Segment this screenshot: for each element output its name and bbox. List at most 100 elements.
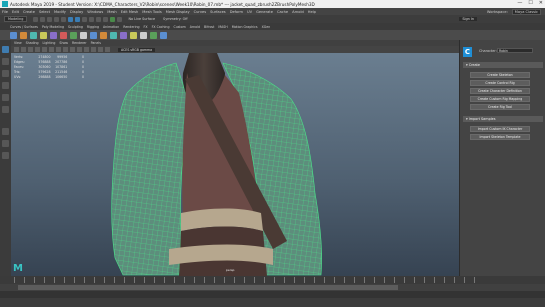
save-scene-icon[interactable] [47, 16, 53, 22]
viewport-menu-item[interactable]: Shading [26, 41, 39, 45]
image-plane-icon[interactable] [28, 47, 33, 52]
shelf-tool-icon[interactable] [100, 31, 107, 39]
shelf-tab[interactable]: MASH [218, 25, 227, 29]
open-scene-icon[interactable] [40, 16, 46, 22]
xray-icon[interactable] [98, 47, 103, 52]
move-tool-icon[interactable] [2, 82, 9, 89]
shelf-tab[interactable]: FX [144, 25, 148, 29]
shelf-tool-icon[interactable] [40, 31, 47, 39]
shelf-tool-icon[interactable] [150, 31, 157, 39]
menu-item[interactable]: UV [247, 10, 252, 14]
menu-item[interactable]: Windows [87, 10, 103, 14]
textured-icon[interactable] [70, 47, 75, 52]
panel-action-button[interactable]: Create Skeleton [470, 72, 530, 78]
menu-item[interactable]: Deform [230, 10, 243, 14]
menuset-dropdown[interactable]: Modeling [4, 16, 28, 22]
isolate-icon[interactable] [91, 47, 96, 52]
rotate-tool-icon[interactable] [2, 94, 9, 101]
ssao-icon[interactable] [105, 47, 110, 52]
menu-item[interactable]: Cache [277, 10, 288, 14]
shelf-tab[interactable]: Sculpting [68, 25, 83, 29]
film-gate-icon[interactable] [42, 47, 47, 52]
shelf-tool-icon[interactable] [70, 31, 77, 39]
time-slider[interactable] [0, 276, 545, 284]
shelf-tab[interactable]: Poly Modeling [42, 25, 64, 29]
menu-item[interactable]: Help [308, 10, 316, 14]
shelf-tool-icon[interactable] [50, 31, 57, 39]
command-line[interactable] [0, 291, 545, 298]
ipr-icon[interactable] [117, 16, 123, 22]
live-surface-label[interactable]: No Live Surface [128, 17, 155, 21]
menu-item[interactable]: Arnold [292, 10, 304, 14]
shelf-tool-icon[interactable] [120, 31, 127, 39]
render-icon[interactable] [110, 16, 116, 22]
shelf-tool-icon[interactable] [10, 31, 17, 39]
select-tool-icon[interactable] [2, 46, 9, 53]
scale-tool-icon[interactable] [2, 106, 9, 113]
viewport-menu-item[interactable]: Renderer [72, 41, 87, 45]
layout-two-icon[interactable] [2, 152, 9, 159]
shelf-tool-icon[interactable] [60, 31, 67, 39]
shelf-tab[interactable]: Bifrost [204, 25, 214, 29]
viewport-menu-item[interactable]: View [14, 41, 22, 45]
range-slider-bar[interactable] [18, 285, 398, 290]
bookmark-icon[interactable] [21, 47, 26, 52]
shelf-tool-icon[interactable] [140, 31, 147, 39]
menu-item[interactable]: Mesh [107, 10, 116, 14]
shelf-tab[interactable]: Rendering [123, 25, 139, 29]
menu-item[interactable]: Generate [256, 10, 273, 14]
close-button[interactable]: ✕ [539, 0, 543, 6]
viewport-menu-item[interactable]: Show [59, 41, 68, 45]
lights-icon[interactable] [77, 47, 82, 52]
select-object-icon[interactable] [75, 16, 81, 22]
menu-item[interactable]: Surfaces [210, 10, 226, 14]
minimize-button[interactable]: — [517, 0, 522, 6]
panel-action-button[interactable]: Create Custom Rig Mapping [470, 96, 530, 102]
menu-item[interactable]: Mesh Display [166, 10, 190, 14]
viewport-menu-item[interactable]: Panels [91, 41, 101, 45]
shelf-tab[interactable]: Rigging [87, 25, 99, 29]
range-slider[interactable] [0, 284, 545, 291]
viewport-menu-item[interactable]: Lighting [43, 41, 56, 45]
grid-icon[interactable] [35, 47, 40, 52]
shelf-tab[interactable]: Arnold [190, 25, 200, 29]
wireframe-icon[interactable] [56, 47, 61, 52]
panel-action-button[interactable]: Create Character Definition [470, 88, 530, 94]
redo-icon[interactable] [61, 16, 67, 22]
camera-icon[interactable] [14, 47, 19, 52]
shelf-tab[interactable]: FX Caching [152, 25, 170, 29]
shelf-tool-icon[interactable] [130, 31, 137, 39]
select-hierarchy-icon[interactable] [68, 16, 74, 22]
undo-icon[interactable] [54, 16, 60, 22]
select-component-icon[interactable] [82, 16, 88, 22]
layout-four-icon[interactable] [2, 140, 9, 147]
paint-select-tool-icon[interactable] [2, 70, 9, 77]
character-dropdown[interactable]: Robin [497, 48, 533, 53]
shadows-icon[interactable] [84, 47, 89, 52]
panel-action-button[interactable]: Create Control Rig [470, 80, 530, 86]
maximize-button[interactable]: ☐ [528, 0, 532, 6]
shelf-tab[interactable]: Custom [173, 25, 185, 29]
shelf-tool-icon[interactable] [20, 31, 27, 39]
shelf-tool-icon[interactable] [160, 31, 167, 39]
shelf-tool-icon[interactable] [110, 31, 117, 39]
snap-grid-icon[interactable] [89, 16, 95, 22]
menu-item[interactable]: File [2, 10, 8, 14]
panel-action-button[interactable]: Import Custom IK Character [470, 126, 530, 132]
shelf-tab[interactable]: Motion Graphics [232, 25, 258, 29]
menu-item[interactable]: Modify [54, 10, 66, 14]
shelf-tool-icon[interactable] [30, 31, 37, 39]
shelf-tool-icon[interactable] [90, 31, 97, 39]
menu-item[interactable]: Display [70, 10, 83, 14]
new-scene-icon[interactable] [33, 16, 39, 22]
symmetry-label[interactable]: Symmetry: Off [163, 17, 188, 21]
shelf-tab[interactable]: Animation [103, 25, 119, 29]
menu-item[interactable]: Edit Mesh [121, 10, 139, 14]
section-header-create[interactable]: Create [463, 62, 543, 68]
panel-action-button[interactable]: Create Rig Tool [470, 104, 530, 110]
lasso-tool-icon[interactable] [2, 58, 9, 65]
shelf-tool-icon[interactable] [80, 31, 87, 39]
resolution-gate-icon[interactable] [49, 47, 54, 52]
panel-action-button[interactable]: Import Skeleton Template [470, 134, 530, 140]
menu-item[interactable]: Select [39, 10, 50, 14]
